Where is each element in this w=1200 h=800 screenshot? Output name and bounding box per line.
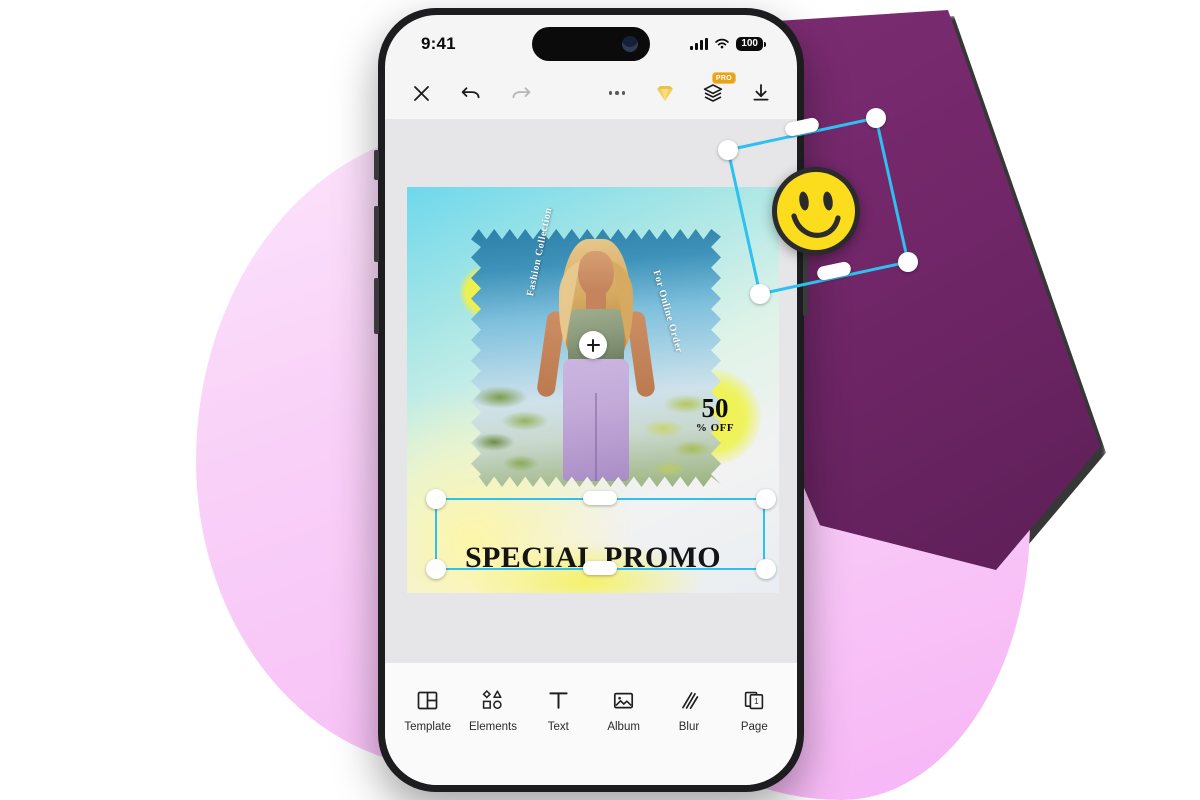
editor-workspace[interactable]: Fashion Collection For Online Order 50 %…	[385, 119, 797, 677]
text-handle-bottom-center[interactable]	[583, 561, 617, 575]
text-selection-box[interactable]	[435, 498, 765, 570]
model-photo	[536, 237, 656, 487]
toolbar-right-group: PRO	[605, 72, 773, 105]
wifi-icon	[715, 38, 730, 49]
status-indicators: 100	[690, 31, 766, 51]
blur-icon	[677, 687, 700, 713]
phone-volume-up-button[interactable]	[374, 206, 379, 262]
nav-item-text[interactable]: Text	[527, 687, 589, 733]
more-options-icon[interactable]	[605, 81, 629, 105]
dynamic-island	[532, 27, 650, 61]
add-photo-button[interactable]	[579, 331, 607, 359]
pro-badge: PRO	[711, 72, 736, 84]
nav-item-page[interactable]: 1 Page	[723, 687, 785, 733]
undo-icon[interactable]	[459, 81, 483, 105]
sticker-handle-bottom-left[interactable]	[750, 284, 770, 304]
download-icon[interactable]	[749, 81, 773, 105]
layers-icon[interactable]: PRO	[701, 72, 736, 105]
cellular-signal-icon	[690, 38, 709, 50]
template-icon	[416, 687, 439, 713]
nav-item-blur[interactable]: Blur	[658, 687, 720, 733]
text-handle-top-left[interactable]	[426, 489, 446, 509]
nav-item-album[interactable]: Album	[593, 687, 655, 733]
screenshot-stage: 9:41 100 PRO Fashion Collection For Onli…	[0, 0, 1200, 800]
discount-number: 50	[701, 393, 729, 424]
text-icon	[547, 687, 570, 713]
close-icon[interactable]	[409, 81, 433, 105]
text-handle-top-right[interactable]	[756, 489, 776, 509]
smiley-face-sticker[interactable]	[768, 163, 864, 259]
bottom-navigation: Template Elements Text Album Blur 1 Page	[385, 663, 797, 785]
battery-icon: 100	[736, 37, 766, 51]
editor-toolbar: PRO	[385, 67, 797, 119]
nav-label-album: Album	[607, 721, 640, 733]
discount-suffix: % OFF	[695, 421, 735, 434]
premium-gem-icon[interactable]	[653, 81, 677, 105]
nav-label-text: Text	[547, 721, 569, 733]
redo-icon[interactable]	[509, 81, 533, 105]
nav-label-page: Page	[740, 721, 768, 733]
sticker-handle-top-left[interactable]	[718, 140, 738, 160]
text-handle-bottom-right[interactable]	[756, 559, 776, 579]
elements-icon	[480, 687, 505, 713]
toolbar-left-group	[409, 81, 533, 105]
phone-device: 9:41 100 PRO Fashion Collection For Onli…	[378, 8, 804, 792]
phone-silence-switch[interactable]	[374, 150, 379, 180]
phone-screen: 9:41 100 PRO Fashion Collection For Onli…	[385, 15, 797, 785]
sticker-handle-bottom-right[interactable]	[898, 252, 918, 272]
nav-label-template: Template	[404, 721, 451, 733]
sticker-handle-top-right[interactable]	[866, 108, 886, 128]
status-bar: 9:41 100	[385, 15, 797, 67]
page-icon: 1	[743, 687, 766, 713]
nav-item-template[interactable]: Template	[397, 687, 459, 733]
status-time: 9:41	[421, 34, 456, 53]
nav-item-elements[interactable]: Elements	[462, 687, 524, 733]
nav-label-blur: Blur	[678, 721, 700, 733]
nav-label-elements: Elements	[469, 721, 517, 733]
text-handle-bottom-left[interactable]	[426, 559, 446, 579]
discount-badge[interactable]: 50 % OFF	[683, 383, 747, 447]
phone-volume-down-button[interactable]	[374, 278, 379, 334]
model-pants	[563, 359, 629, 481]
svg-text:1: 1	[754, 697, 759, 706]
text-handle-top-center[interactable]	[583, 491, 617, 505]
album-icon	[612, 687, 635, 713]
